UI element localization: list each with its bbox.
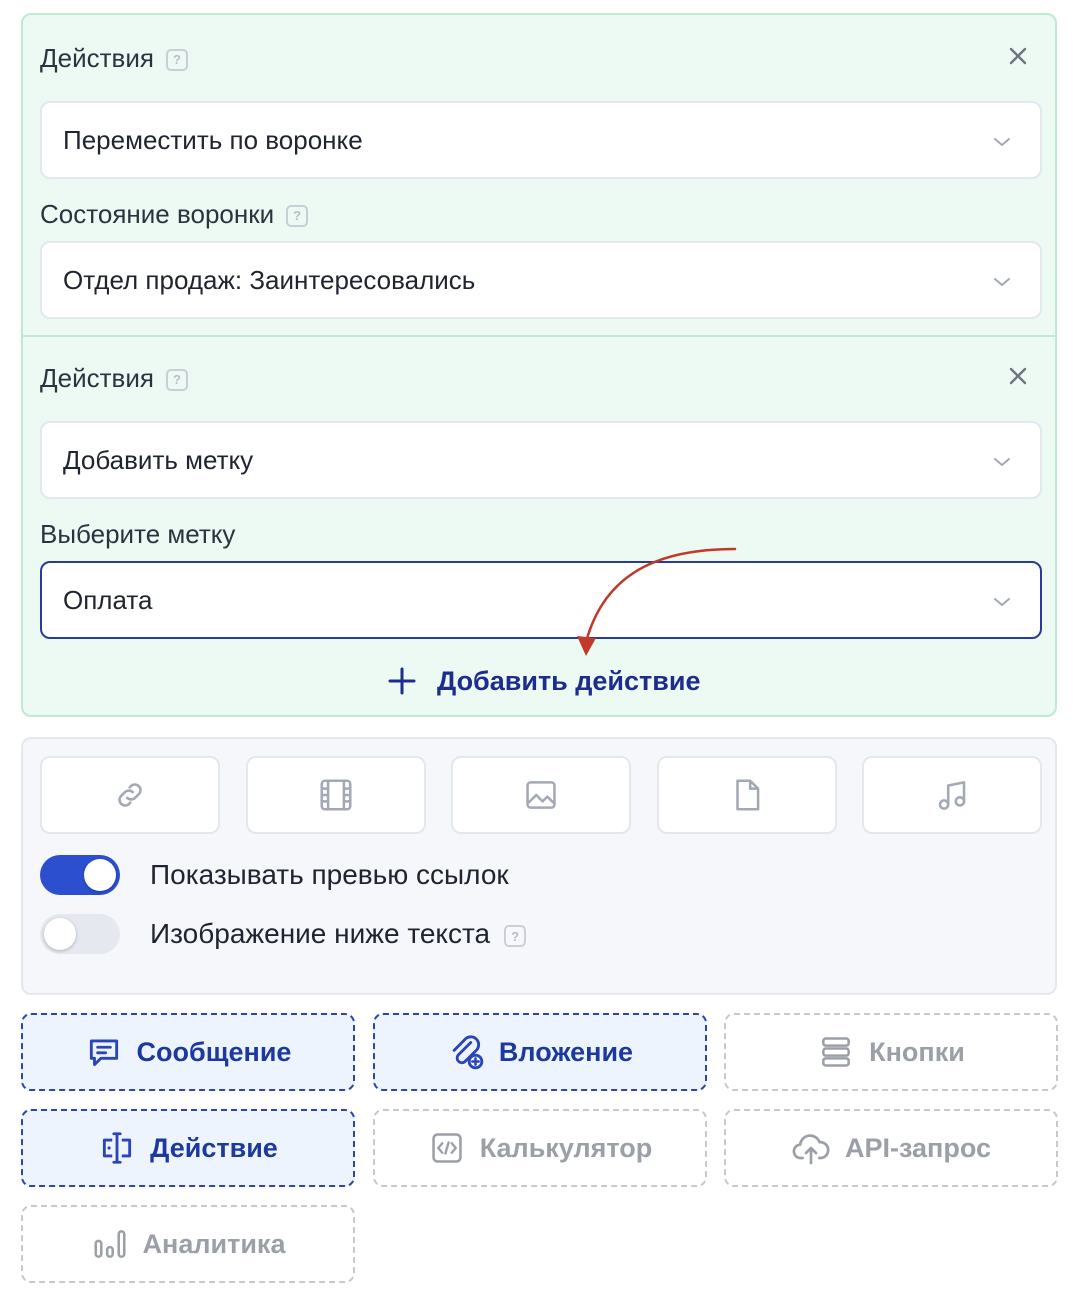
tag-select-value: Оплата	[63, 585, 153, 615]
action-1-label: Действия ?	[40, 43, 188, 73]
add-calculator-block-button[interactable]: Калькулятор	[373, 1109, 707, 1187]
attach-audio-button[interactable]	[862, 756, 1042, 834]
add-attachment-block-button[interactable]: Вложение	[373, 1013, 707, 1091]
action-2-label-text: Действия	[40, 363, 154, 393]
add-buttons-block-button[interactable]: Кнопки	[724, 1013, 1058, 1091]
action-2-type-value: Добавить метку	[63, 445, 254, 475]
help-icon[interactable]: ?	[165, 369, 188, 391]
film-icon	[320, 779, 352, 811]
attach-image-button[interactable]	[451, 756, 631, 834]
action-2-type-select[interactable]: Добавить метку	[40, 421, 1042, 499]
chevron-down-icon	[994, 278, 1010, 286]
link-icon	[118, 783, 142, 807]
link-preview-toggle[interactable]	[40, 855, 120, 895]
funnel-state-label-text: Состояние воронки	[40, 199, 275, 229]
chevron-down-icon	[994, 138, 1010, 146]
help-icon[interactable]: ?	[286, 205, 309, 227]
action-1-label-text: Действия	[40, 43, 154, 73]
plus-icon	[388, 667, 416, 695]
code-icon	[432, 1133, 462, 1163]
image-below-toggle[interactable]	[40, 914, 120, 954]
analytics-block-label: Аналитика	[142, 1228, 286, 1259]
add-action-block-button[interactable]: Действие	[21, 1109, 355, 1187]
attach-link-button[interactable]	[40, 756, 220, 834]
message-block-label: Сообщение	[136, 1036, 292, 1067]
funnel-state-value: Отдел продаж: Заинтересовались	[63, 265, 476, 295]
tag-select-label-text: Выберите метку	[40, 519, 236, 549]
attach-file-button[interactable]	[657, 756, 837, 834]
action-2-label: Действия ?	[40, 363, 188, 393]
calculator-block-label: Калькулятор	[479, 1132, 653, 1163]
chevron-down-icon	[994, 458, 1010, 466]
file-icon	[736, 779, 760, 811]
analytics-icon	[94, 1230, 126, 1258]
toggle-knob	[84, 859, 116, 891]
action-2-close-icon[interactable]	[1003, 361, 1033, 391]
add-action-button[interactable]: Добавить действие	[387, 661, 700, 701]
action-icon	[103, 1132, 132, 1164]
attachment-block-label: Вложение	[498, 1036, 634, 1067]
action-1-type-select[interactable]: Переместить по воронке	[40, 101, 1042, 179]
music-icon	[938, 781, 966, 810]
action-1-type-value: Переместить по воронке	[63, 125, 363, 155]
cloud-upload-icon	[792, 1134, 830, 1165]
funnel-state-label: Состояние воронки ?	[40, 199, 309, 229]
image-icon	[526, 781, 556, 809]
image-below-row: Изображение ниже текста ?	[40, 914, 527, 954]
action-1-close-icon[interactable]	[1003, 41, 1033, 71]
add-analytics-block-button[interactable]: Аналитика	[21, 1205, 355, 1283]
actions-panel: Действия ? Переместить по воронке Состоя…	[21, 13, 1057, 717]
buttons-block-label: Кнопки	[869, 1036, 965, 1067]
media-panel: Показывать превью ссылок Изображение ниж…	[21, 737, 1057, 995]
link-preview-label: Показывать превью ссылок	[150, 859, 509, 890]
toggle-knob	[44, 918, 76, 950]
action-block-label: Действие	[150, 1132, 278, 1163]
buttons-icon	[822, 1037, 851, 1067]
api-request-block-label: API-запрос	[844, 1132, 992, 1163]
link-preview-row: Показывать превью ссылок	[40, 855, 509, 895]
tag-select-label: Выберите метку	[40, 519, 235, 549]
funnel-state-select[interactable]: Отдел продаж: Заинтересовались	[40, 241, 1042, 319]
message-icon	[89, 1039, 118, 1067]
add-action-label: Добавить действие	[437, 665, 701, 696]
image-below-label: Изображение ниже текста	[150, 918, 491, 949]
chevron-down-icon	[994, 598, 1010, 606]
help-icon[interactable]: ?	[504, 925, 527, 947]
attach-video-button[interactable]	[246, 756, 426, 834]
tag-select[interactable]: Оплата	[40, 561, 1042, 639]
add-api-request-block-button[interactable]: API-запрос	[724, 1109, 1058, 1187]
add-message-block-button[interactable]: Сообщение	[21, 1013, 355, 1091]
attachment-icon	[452, 1035, 484, 1070]
help-icon[interactable]: ?	[165, 49, 188, 71]
action-divider	[23, 335, 1055, 337]
